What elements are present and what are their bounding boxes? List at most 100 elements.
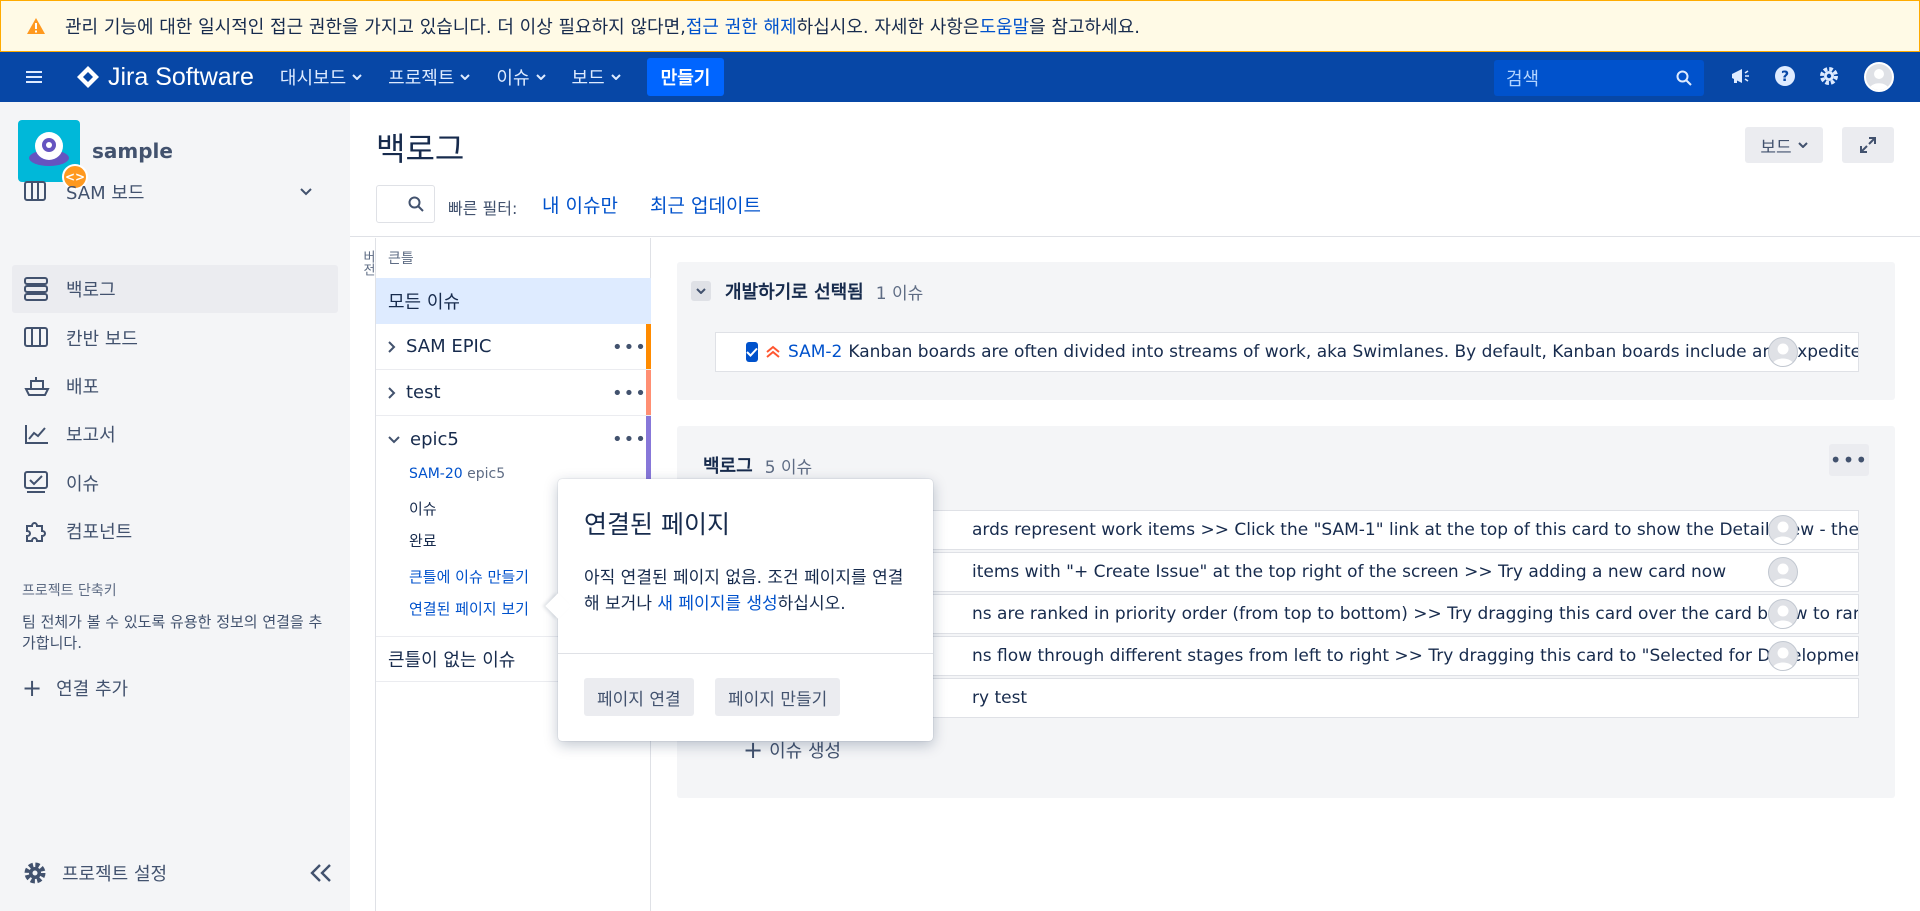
collapse-sidebar-icon[interactable] [310,864,332,882]
chevron-down-icon[interactable] [691,281,711,301]
search-input[interactable]: 검색 [1494,60,1704,96]
sidebar-item-label: 백로그 [66,280,116,301]
more-icon[interactable]: ••• [612,383,647,404]
epic-color-stripe [646,324,651,369]
epic-color-stripe [646,370,651,415]
issue-key[interactable]: SAM-2 [788,342,842,362]
user-avatar[interactable] [1864,62,1894,92]
create-issue-in-epic-link[interactable]: 큰틀에 이슈 만들기 [409,566,529,587]
epic-issue-ref[interactable]: SAM-20 epic5 [409,466,505,482]
admin-warning-banner: 관리 기능에 대한 일시적인 접근 권한을 가지고 있습니다. 더 이상 필요하… [0,0,1920,52]
epic-name: epic5 [410,429,459,450]
chart-icon [25,425,48,444]
shortcuts-title: 프로젝트 단축키 [22,583,117,599]
sidebar-item-label: 배포 [66,377,100,398]
board-dropdown-button[interactable]: 보드 [1745,127,1823,163]
section-header[interactable]: 개발하기로 선택됨 1 이슈 [691,278,923,304]
epic-name: SAM EPIC [406,336,492,357]
sidebar-item-components[interactable]: 컴포넌트 [12,507,338,555]
issue-card[interactable]: SAM-2 Kanban boards are often divided in… [715,332,1859,372]
chevron-down-icon [535,74,546,80]
fullscreen-button[interactable] [1842,127,1894,163]
logo-text: Jira Software [108,62,254,91]
search-icon [408,196,424,212]
epic-issue-epic: epic5 [467,466,506,482]
popover-body: 아직 연결된 페이지 없음. 조건 페이지를 연결해 보거나 새 페이지를 생성… [584,565,914,617]
epic-issue-key: SAM-20 [409,466,463,482]
help-link[interactable]: 도움말 [979,13,1029,39]
gear-icon[interactable] [1817,64,1841,88]
view-linked-pages-link[interactable]: 연결된 페이지 보기 [409,598,529,619]
board-button-label: 보드 [1760,137,1792,158]
nav-dashboards[interactable]: 대시보드 [280,64,362,90]
epic-item[interactable]: SAM EPIC ••• [376,324,651,370]
versions-tab-label: 버전 [360,250,375,276]
expand-icon [1860,137,1876,153]
nav-dashboards-label: 대시보드 [279,68,347,89]
nav-boards-label: 보드 [571,68,605,89]
assignee-avatar[interactable] [1768,641,1798,671]
sidebar-item-label: 칸반 보드 [66,329,138,350]
epic-issues-label: 이슈 [409,500,437,518]
filter-my-issues[interactable]: 내 이슈만 [542,191,618,218]
versions-tab[interactable]: 버전 [352,238,376,911]
issues-icon [24,471,48,493]
more-icon[interactable]: ••• [612,337,647,358]
popover-divider [558,653,933,654]
all-issues-item[interactable]: 모든 이슈 [376,278,651,324]
search-icon [1676,70,1692,86]
assignee-avatar[interactable] [1768,557,1798,587]
create-page-button[interactable]: 페이지 만들기 [715,678,841,716]
backlog-more-button[interactable]: ••• [1829,444,1869,476]
issue-summary: items with "+ Create Issue" at the top r… [972,562,1727,582]
backlog-title: 백로그 [703,456,753,477]
help-icon[interactable]: ? [1773,64,1797,88]
settings-gear-icon [24,862,46,884]
assignee-avatar[interactable] [1768,515,1798,545]
nav-boards[interactable]: 보드 [572,64,621,90]
sidebar-item-reports[interactable]: 보고서 [12,410,338,458]
link-page-button[interactable]: 페이지 연결 [584,678,694,716]
issue-count: 1 이슈 [875,283,924,304]
sidebar-item-kanban[interactable]: 칸반 보드 [12,314,338,362]
backlog-search-input[interactable] [376,185,435,223]
issue-summary: ry test [972,688,1028,708]
project-settings-label: 프로젝트 설정 [62,864,168,885]
chevron-down-icon [1797,142,1808,148]
megaphone-icon[interactable] [1728,64,1752,88]
quick-filter-label: 빠른 필터: [448,199,518,218]
search-placeholder: 검색 [1506,69,1540,90]
nav-projects[interactable]: 프로젝트 [388,64,471,90]
create-button[interactable]: 만들기 [646,58,725,96]
epic-item[interactable]: test ••• [376,370,651,416]
project-settings-button[interactable]: 프로젝트 설정 [22,860,167,886]
chevron-down-icon [352,74,362,80]
nav-issues[interactable]: 이슈 [496,64,546,90]
board-selector-label: SAM 보드 [66,183,145,204]
board-selector[interactable]: SAM 보드 [12,168,338,216]
assignee-avatar[interactable] [1768,337,1798,367]
board-icon [24,181,46,201]
jira-logo-icon [77,66,99,88]
project-settings-row: 프로젝트 설정 [22,860,332,886]
sidebar-item-backlog[interactable]: 백로그 [12,265,338,313]
add-link-label: 연결 추가 [56,679,129,700]
sidebar-item-issues[interactable]: 이슈 [12,459,338,507]
more-icon[interactable]: ••• [612,429,647,450]
filter-recently-updated[interactable]: 최근 업데이트 [650,191,761,218]
add-link-button[interactable]: + 연결 추가 [22,674,128,702]
assignee-avatar[interactable] [1768,599,1798,629]
jira-logo[interactable]: Jira Software [76,63,254,92]
project-sidebar: <> sample SAM 보드 백로그 칸반 보드 배포 보고서 이슈 컴포넌… [0,102,350,911]
revoke-access-link[interactable]: 접근 권한 해제 [686,13,797,39]
chevron-right-icon [388,340,396,353]
issue-summary: ns flow through different stages from le… [972,646,1859,666]
menu-icon[interactable] [26,70,48,84]
epic-name: test [406,382,441,403]
sidebar-item-releases[interactable]: 배포 [12,362,338,410]
warning-icon [27,18,45,34]
issue-summary: Kanban boards are often divided into str… [848,342,1859,362]
top-navigation: Jira Software 대시보드 프로젝트 이슈 보드 만들기 검색 ? [0,52,1920,102]
task-checkbox-icon [746,342,758,362]
create-new-page-link[interactable]: 새 페이지를 생성 [657,594,777,614]
